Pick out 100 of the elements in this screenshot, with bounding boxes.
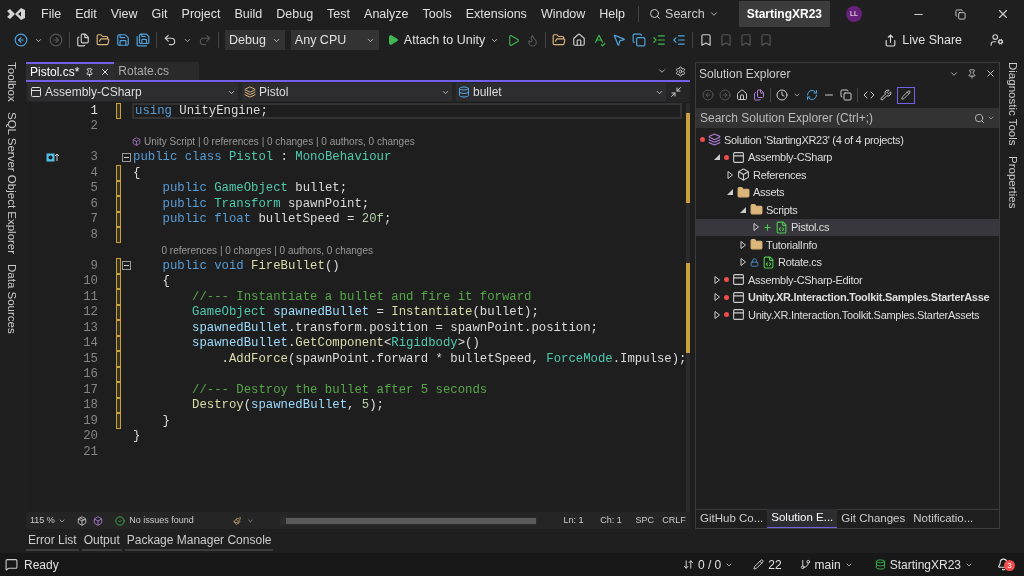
collapsed-arrow-icon[interactable] <box>726 170 734 179</box>
play-icon[interactable] <box>507 33 521 47</box>
expanded-arrow-icon[interactable] <box>726 188 734 197</box>
menu-item[interactable]: View <box>103 4 145 24</box>
document-tab[interactable]: Pistol.cs* <box>26 62 115 80</box>
side-tool-tab[interactable]: Diagnostic Tools <box>1001 62 1023 146</box>
document-tab[interactable]: Rotate.cs <box>114 62 200 80</box>
expanded-arrow-icon[interactable] <box>713 153 721 162</box>
zoom-dropdown[interactable]: 115 % <box>30 513 72 528</box>
notifications-button[interactable]: 3 <box>997 558 1019 571</box>
line-endings-indicator[interactable]: CRLF <box>662 513 686 528</box>
repository-indicator[interactable]: StartingXR23 <box>874 555 973 574</box>
outdent-icon[interactable] <box>672 33 687 47</box>
pin-icon[interactable] <box>967 68 977 79</box>
menu-item[interactable]: Build <box>227 4 270 24</box>
menu-item[interactable]: Git <box>144 4 175 24</box>
split-icon[interactable] <box>670 86 682 98</box>
cleanup-icon[interactable] <box>232 515 242 526</box>
save-all-icon[interactable] <box>136 33 150 47</box>
sync-indicator[interactable]: 0 / 0 <box>682 555 734 574</box>
tree-item[interactable]: Rotate.cs <box>696 253 999 271</box>
tree-item[interactable]: TutorialInfo <box>696 236 999 254</box>
whitespace-indicator[interactable]: SPC <box>633 513 656 528</box>
code-lens[interactable]: 0 references | 0 changes | 0 authors, 0 changes <box>161 242 373 258</box>
search-button[interactable]: Search <box>645 4 723 24</box>
history-icon[interactable] <box>776 89 788 101</box>
menu-item[interactable]: Project <box>174 4 228 24</box>
window-home-icon[interactable] <box>572 33 587 47</box>
compare-icon[interactable] <box>632 33 647 47</box>
menu-item[interactable]: Window <box>533 4 593 24</box>
collapsed-arrow-icon[interactable] <box>713 293 721 302</box>
indent-icon[interactable] <box>652 33 667 47</box>
side-tool-tab[interactable]: Properties <box>1001 155 1023 208</box>
collapse-icon[interactable] <box>122 152 131 162</box>
tool-window-tab[interactable]: Error List <box>26 531 79 551</box>
save-icon[interactable] <box>116 33 130 47</box>
tab-list-icon[interactable] <box>657 66 667 76</box>
extension-icon[interactable] <box>93 515 104 526</box>
collapsed-arrow-icon[interactable] <box>713 310 721 319</box>
refresh-icon[interactable] <box>806 89 818 101</box>
live-share-button[interactable]: Live Share <box>884 30 962 50</box>
close-icon[interactable] <box>100 67 111 77</box>
pointer-icon[interactable] <box>612 33 627 47</box>
tool-window-tab[interactable]: Package Manager Console <box>124 531 274 551</box>
menu-item[interactable]: Debug <box>269 4 321 24</box>
project-dropdown[interactable]: Assembly-CSharp <box>28 83 238 101</box>
side-tool-tab[interactable]: Data Sources <box>0 263 22 334</box>
line-indicator[interactable]: Ln: 1 <box>563 513 595 528</box>
bookmark-icon[interactable] <box>699 33 714 47</box>
tool-window-tab[interactable]: Solution E... <box>767 509 838 528</box>
horizontal-scrollbar[interactable] <box>280 516 538 525</box>
column-indicator[interactable]: Ch: 1 <box>600 513 628 528</box>
settings-icon[interactable] <box>675 66 686 77</box>
tree-item[interactable]: Assembly-CSharp-Editor <box>696 271 999 289</box>
side-tool-tab[interactable]: Toolbox <box>0 62 22 102</box>
expanded-arrow-icon[interactable] <box>739 205 747 214</box>
menu-item[interactable]: Extensions <box>458 4 534 24</box>
branch-indicator[interactable]: main <box>799 555 853 574</box>
tree-item[interactable]: Unity.XR.Interaction.Toolkit.Samples.StarterAsse <box>696 288 999 306</box>
output-icon[interactable] <box>5 558 18 571</box>
menu-item[interactable]: Test <box>320 4 358 24</box>
menu-item[interactable]: Edit <box>68 4 104 24</box>
tree-item[interactable]: Unity.XR.Interaction.Toolkit.Samples.StarterAssets <box>696 306 999 324</box>
spell-check-icon[interactable] <box>592 33 607 47</box>
tree-item[interactable]: Assembly-CSharp <box>696 148 999 166</box>
close-icon[interactable] <box>996 7 1010 21</box>
type-dropdown[interactable]: Pistol <box>242 83 452 101</box>
code-icon[interactable] <box>863 89 875 101</box>
collapsed-arrow-icon[interactable] <box>739 240 747 249</box>
show-all-files-icon[interactable] <box>840 89 852 101</box>
collapsed-arrow-icon[interactable] <box>752 223 760 232</box>
changes-indicator[interactable]: 22 <box>753 555 782 574</box>
tool-window-tab[interactable]: Notificatio... <box>909 509 978 528</box>
side-tool-tab[interactable]: SQL Server Object Explorer <box>0 111 22 254</box>
issues-indicator[interactable]: No issues found <box>115 513 227 528</box>
menu-item[interactable]: Tools <box>415 4 459 24</box>
folder-search-icon[interactable] <box>552 33 567 47</box>
feedback-icon[interactable] <box>990 33 1004 47</box>
properties-icon[interactable] <box>880 89 892 101</box>
undo-icon[interactable] <box>163 33 177 47</box>
tree-item[interactable]: Solution 'StartingXR23' (4 of 4 projects) <box>696 131 999 149</box>
tree-item[interactable]: Assets <box>696 183 999 201</box>
platform-dropdown[interactable]: Any CPU <box>290 30 379 50</box>
menu-item[interactable]: File <box>34 4 69 24</box>
tool-window-tab[interactable]: Git Changes <box>837 509 910 528</box>
menu-item[interactable]: Help <box>592 4 633 24</box>
new-project-icon[interactable] <box>76 33 90 47</box>
restore-icon[interactable] <box>955 8 966 20</box>
solution-view-icon[interactable] <box>753 89 765 101</box>
search-field[interactable]: Search Solution Explorer (Ctrl+;) <box>696 108 999 128</box>
override-marker-icon[interactable] <box>46 152 60 162</box>
home-icon[interactable] <box>736 89 748 101</box>
tree-item[interactable]: Scripts <box>696 201 999 219</box>
attach-button[interactable]: Attach to Unity <box>384 30 502 50</box>
caret-icon[interactable] <box>793 91 801 99</box>
menu-item[interactable]: Analyze <box>357 4 416 24</box>
configuration-dropdown[interactable]: Debug <box>225 30 285 50</box>
member-dropdown[interactable]: bullet <box>456 83 666 101</box>
code-lens[interactable]: Unity Script | 0 references | 0 changes | 0 authors, 0 changes <box>132 134 415 150</box>
tool-window-tab[interactable]: GitHub Co... <box>696 509 768 528</box>
